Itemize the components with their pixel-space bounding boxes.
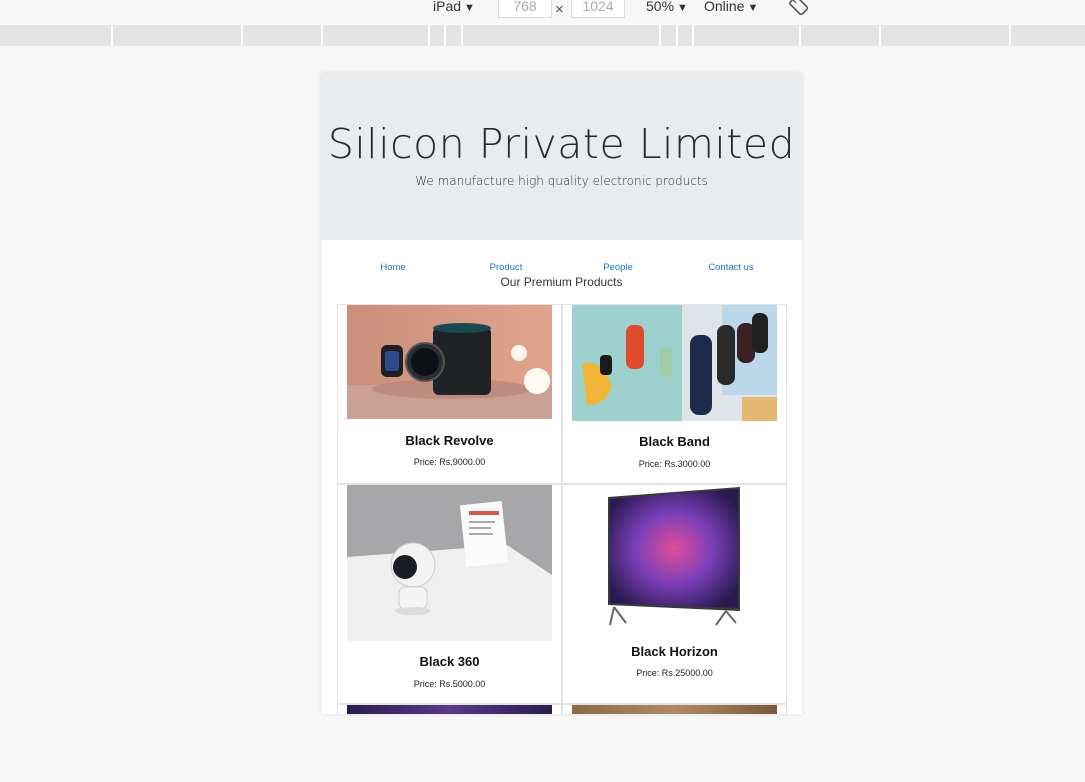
nav-people[interactable]: People <box>603 262 633 273</box>
media-query-marker[interactable] <box>321 25 323 46</box>
media-query-marker[interactable] <box>879 25 881 46</box>
product-name: Black Band <box>639 434 710 449</box>
devtools-toolbar: iPad ▼ 768 × 1024 50% ▼ Online ▼ <box>0 0 1085 24</box>
product-card-partial[interactable] <box>337 704 562 714</box>
height-input[interactable]: 1024 <box>571 0 625 18</box>
media-query-marker[interactable] <box>241 25 243 46</box>
product-name: Black Horizon <box>631 644 718 659</box>
media-query-marker[interactable] <box>461 25 463 46</box>
chevron-down-icon: ▼ <box>747 2 759 14</box>
product-image[interactable] <box>347 485 552 641</box>
nav-contact[interactable]: Contact us <box>708 262 753 273</box>
media-query-marker[interactable] <box>111 25 113 46</box>
site-tagline: We manufacture high quality electronic p… <box>415 174 708 188</box>
product-card-black-horizon[interactable]: Black Horizon Price: Rs.25000.00 <box>562 484 787 704</box>
device-select[interactable]: iPad ▼ <box>433 0 475 14</box>
dimension-separator: × <box>555 1 564 18</box>
nav-home[interactable]: Home <box>380 262 405 273</box>
media-query-bar[interactable] <box>0 25 1085 46</box>
zoom-select[interactable]: 50% ▼ <box>646 0 688 14</box>
rotate-icon[interactable] <box>789 0 809 16</box>
product-price: Price: Rs.5000.00 <box>413 679 486 689</box>
product-name: Black Revolve <box>405 433 494 448</box>
product-name: Black 360 <box>419 654 480 669</box>
product-image[interactable] <box>347 705 552 714</box>
chevron-down-icon: ▼ <box>677 2 688 14</box>
main-nav: Home Product People Contact us <box>321 240 802 275</box>
media-query-marker[interactable] <box>799 25 801 46</box>
product-card-partial[interactable] <box>562 704 787 714</box>
media-query-marker[interactable] <box>676 25 678 46</box>
media-query-marker[interactable] <box>1009 25 1011 46</box>
network-throttle-select[interactable]: Online ▼ <box>704 0 758 14</box>
product-image[interactable] <box>604 487 744 627</box>
product-image[interactable] <box>572 705 777 714</box>
nav-product[interactable]: Product <box>490 262 523 273</box>
device-viewport: Silicon Private Limited We manufacture h… <box>321 73 802 714</box>
width-input[interactable]: 768 <box>498 0 552 18</box>
product-image[interactable] <box>347 305 552 419</box>
site-title: Silicon Private Limited <box>327 120 796 168</box>
product-card-black-band[interactable]: Black Band Price: Rs.3000.00 <box>562 304 787 484</box>
media-query-marker[interactable] <box>428 25 430 46</box>
chevron-down-icon: ▼ <box>464 2 475 14</box>
media-query-marker[interactable] <box>659 25 661 46</box>
product-price: Price: Rs.3000.00 <box>638 459 711 469</box>
media-query-marker[interactable] <box>444 25 446 46</box>
product-card-black-revolve[interactable]: Black Revolve Price: Rs.9000.00 <box>337 304 562 484</box>
product-price: Price: Rs.9000.00 <box>413 457 486 467</box>
section-title: Our Premium Products <box>500 275 623 289</box>
product-price: Price: Rs.25000.00 <box>636 668 713 678</box>
product-image[interactable] <box>572 305 777 421</box>
product-card-black-360[interactable]: Black 360 Price: Rs.5000.00 <box>337 484 562 704</box>
media-query-marker[interactable] <box>692 25 694 46</box>
jumbotron: Silicon Private Limited We manufacture h… <box>321 73 802 240</box>
